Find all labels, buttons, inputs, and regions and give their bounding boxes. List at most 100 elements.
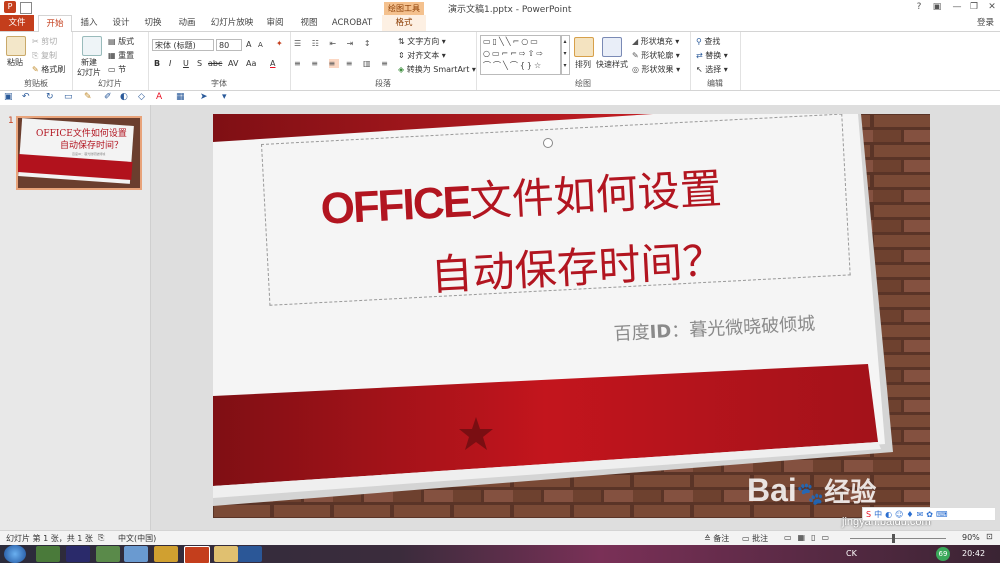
arrange-button[interactable]: 排列 <box>575 59 591 70</box>
shape-effects-button[interactable]: ◎ 形状效果 ▾ <box>632 64 680 75</box>
tab-design[interactable]: 设计 <box>108 15 134 31</box>
change-case-button[interactable]: Aa <box>246 59 256 68</box>
subtitle-id: ID <box>649 320 672 344</box>
redo-icon[interactable]: ↻ <box>46 92 54 102</box>
bold-button[interactable]: B <box>154 59 160 68</box>
replace-button[interactable]: ⇄ 替换 ▾ <box>696 50 728 61</box>
tab-insert[interactable]: 插入 <box>76 15 102 31</box>
paste-icon[interactable] <box>6 36 26 56</box>
save-icon[interactable] <box>20 2 32 14</box>
baidu-watermark-logo: Bai🐾经验 <box>747 472 876 509</box>
tab-transitions[interactable]: 切换 <box>140 15 166 31</box>
italic-button[interactable]: I <box>169 59 171 68</box>
tab-review[interactable]: 审阅 <box>262 15 288 31</box>
paste-button[interactable]: 粘贴 <box>7 57 23 68</box>
slide-thumbnail[interactable]: OFFICE文件如何设置 自动保存时间？ 百度ID：暮光微晓破倾城 <box>16 116 142 190</box>
zoom-slider-thumb[interactable] <box>892 534 895 543</box>
view-buttons[interactable]: ▭▦▯▭ <box>784 533 835 542</box>
select-button[interactable]: ↖ 选择 ▾ <box>696 64 728 75</box>
taskbar-word[interactable] <box>238 546 262 562</box>
smartart-button[interactable]: ◈ 转换为 SmartArt ▾ <box>398 64 476 75</box>
reset-button[interactable]: ▦ 重置 <box>108 50 134 61</box>
badge-icon[interactable]: 69 <box>936 547 950 561</box>
rotate-handle-icon[interactable] <box>543 138 553 148</box>
sign-in-link[interactable]: 登录 <box>977 15 994 31</box>
reset-icon: ▦ <box>108 51 116 60</box>
char-spacing-button[interactable]: AV <box>228 59 238 68</box>
customize-qat-icon[interactable]: ▾ <box>222 92 227 102</box>
arrow-icon[interactable]: ➤ <box>200 92 208 102</box>
cut-button[interactable]: ✂ 剪切 <box>32 36 57 47</box>
undo-icon[interactable]: ↶ <box>22 92 30 102</box>
spellcheck-icon[interactable]: ⎘ <box>98 533 104 543</box>
notes-button[interactable]: ≙ 备注 <box>704 533 729 544</box>
ribbon-display-button[interactable]: ▣ <box>930 1 944 13</box>
minimize-button[interactable]: — <box>950 1 964 13</box>
format-painter-icon[interactable]: ✎ <box>84 92 92 102</box>
grow-font-button[interactable]: A <box>246 40 251 49</box>
taskbar-wechat[interactable] <box>96 546 120 562</box>
tab-animations[interactable]: 动画 <box>174 15 200 31</box>
highlight-icon[interactable]: ◐ <box>120 92 128 102</box>
zoom-level[interactable]: 90% <box>962 533 980 542</box>
shape-outline-button[interactable]: ✎ 形状轮廓 ▾ <box>632 50 680 61</box>
shape-fill-button[interactable]: ◢ 形状填充 ▾ <box>632 36 679 47</box>
taskbar-chrome[interactable] <box>154 546 178 562</box>
shadow-button[interactable]: S <box>197 59 202 68</box>
subtitle-prefix: 百度 <box>613 322 651 345</box>
powerpoint-app-icon[interactable]: P <box>4 1 16 13</box>
start-button[interactable] <box>4 545 26 563</box>
language-status[interactable]: 中文(中国) <box>118 533 156 544</box>
font-size-select[interactable]: 80 <box>216 39 242 51</box>
text-direction-button[interactable]: ⇅ 文字方向 ▾ <box>398 36 446 47</box>
align-text-button[interactable]: ⇕ 对齐文本 ▾ <box>398 50 446 61</box>
tab-acrobat[interactable]: ACROBAT <box>330 15 374 31</box>
shrink-font-button[interactable]: A <box>258 41 263 49</box>
quick-styles-button[interactable]: 快速样式 <box>596 59 628 70</box>
tab-format[interactable]: 格式 <box>382 15 426 31</box>
quick-styles-icon[interactable] <box>602 37 622 57</box>
fit-slide-icon[interactable]: ⊡ <box>986 532 993 541</box>
new-slide-icon[interactable] <box>82 36 102 56</box>
layout-button[interactable]: ▤ 版式 <box>108 36 134 47</box>
shapes-gallery[interactable]: ▭▯╲╲⌐○▭ ○▭⌐⌐⇨⇧⇨ ⌒⌒╲⌒{}☆ <box>480 35 562 75</box>
taskbar-powerpoint[interactable] <box>184 546 210 564</box>
section-icon: ▭ <box>108 65 116 74</box>
find-button[interactable]: ⚲ 查找 <box>696 36 720 47</box>
font-color-button[interactable]: A <box>270 59 275 68</box>
clear-format-icon[interactable]: ✦ <box>276 39 283 48</box>
close-button[interactable]: ✕ <box>985 1 999 13</box>
taskbar-explorer[interactable] <box>214 546 238 562</box>
align-buttons[interactable]: ≡ ≡ ≡ ≡ ▥ ≡ <box>294 59 392 68</box>
strikethrough-button[interactable]: abc <box>208 59 222 68</box>
restore-button[interactable]: ❐ <box>967 1 981 13</box>
shapes-gallery-scroll[interactable]: ▴ ▾ ▾ <box>560 35 570 75</box>
section-button[interactable]: ▭ 节 <box>108 64 126 75</box>
help-button[interactable]: ? <box>912 1 926 13</box>
tab-slideshow[interactable]: 幻灯片放映 <box>208 15 256 31</box>
save-icon[interactable]: ▣ <box>4 92 13 102</box>
taskbar-photoshop[interactable] <box>66 546 90 562</box>
arrange-icon[interactable] <box>574 37 594 57</box>
taskbar-browser[interactable] <box>124 546 148 562</box>
format-painter-button[interactable]: ✎ 格式刷 <box>32 64 65 75</box>
ime-toolbar[interactable]: S中◐☺♦✉✿⌨ <box>862 507 996 521</box>
taskbar-app-1[interactable] <box>36 546 60 562</box>
slide-canvas[interactable]: OFFICE文件如何设置 自动保存时间？ 百度ID：暮光微晓破倾城 Bai🐾经验 <box>213 114 930 518</box>
new-slide-button-line2[interactable]: 幻灯片 <box>77 67 101 78</box>
font-name-select[interactable]: 宋体 (标题) <box>152 39 214 51</box>
underline-button[interactable]: U <box>183 59 189 68</box>
copy-button[interactable]: ⎘ 复制 <box>32 50 57 61</box>
comments-button[interactable]: ▭ 批注 <box>742 533 768 544</box>
zoom-slider[interactable] <box>850 538 946 539</box>
table-icon[interactable]: ▦ <box>176 92 185 102</box>
tab-view[interactable]: 视图 <box>296 15 322 31</box>
start-slideshow-icon[interactable]: ▭ <box>64 92 73 102</box>
tab-home[interactable]: 开始 <box>38 15 72 32</box>
tab-file[interactable]: 文件 <box>0 15 34 31</box>
shapes-icon[interactable]: ◇ <box>138 92 145 102</box>
font-color-icon[interactable]: A <box>156 92 162 102</box>
pen-icon[interactable]: ✐ <box>104 92 112 102</box>
list-buttons[interactable]: ☰ ☷ ⇤ ⇥ ↕ <box>294 39 375 48</box>
ime-indicator[interactable]: CK <box>846 549 857 558</box>
